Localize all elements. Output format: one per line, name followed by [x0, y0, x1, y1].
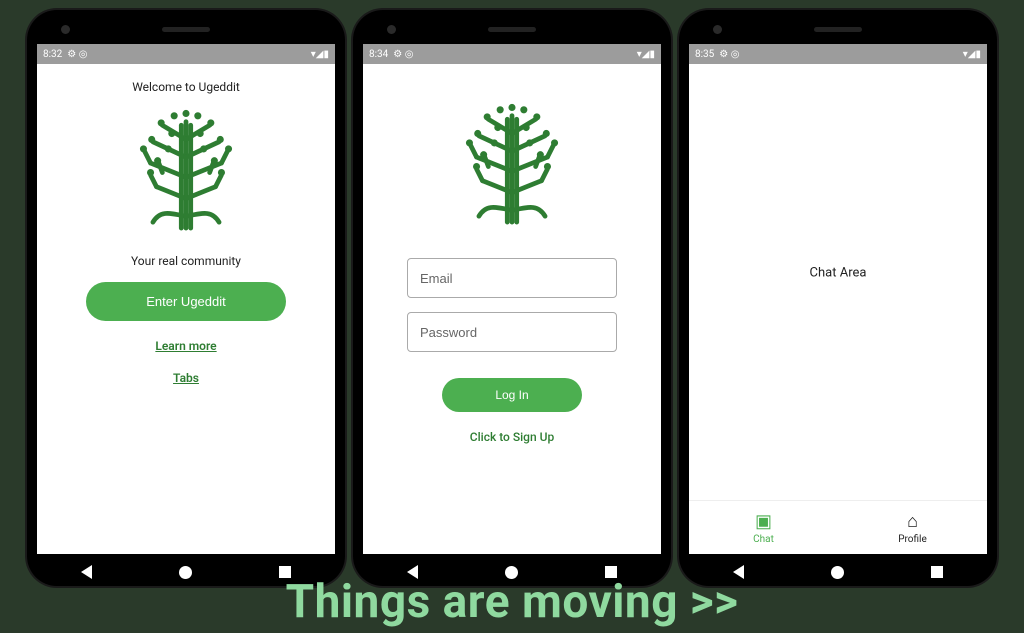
caption-text: Things are moving >>	[0, 575, 1024, 633]
phone-bezel-top	[37, 20, 335, 38]
tabs-link[interactable]: Tabs	[173, 371, 199, 385]
tree-logo-icon	[126, 104, 246, 234]
tab-profile[interactable]: ⌂ Profile	[838, 501, 987, 554]
speaker-icon	[488, 27, 536, 32]
phones-row: 8:32 ⚙ ◎ ▾◢▮ Welcome to Ugeddit Your rea…	[0, 0, 1024, 586]
phone-login: 8:34 ⚙ ◎ ▾◢▮ Log In Click to Sign Up	[353, 10, 671, 586]
screen: 8:32 ⚙ ◎ ▾◢▮ Welcome to Ugeddit Your rea…	[37, 44, 335, 554]
chat-icon: ▣	[755, 511, 772, 532]
subtitle: Your real community	[131, 254, 241, 268]
status-icons: ⚙ ◎	[393, 49, 413, 60]
status-icons: ⚙ ◎	[67, 49, 87, 60]
status-icons: ⚙ ◎	[719, 49, 739, 60]
signal-battery-icon: ▾◢▮	[637, 49, 655, 60]
tab-label: Profile	[898, 534, 927, 545]
login-button[interactable]: Log In	[442, 378, 582, 412]
camera-icon	[61, 25, 70, 34]
tab-chat[interactable]: ▣ Chat	[689, 501, 838, 554]
status-time: 8:35	[695, 49, 714, 60]
signal-battery-icon: ▾◢▮	[963, 49, 981, 60]
camera-icon	[713, 25, 722, 34]
learn-more-link[interactable]: Learn more	[155, 339, 216, 353]
tree-logo-icon	[452, 98, 572, 228]
signal-battery-icon: ▾◢▮	[311, 49, 329, 60]
email-field[interactable]	[407, 258, 617, 298]
camera-icon	[387, 25, 396, 34]
status-bar: 8:32 ⚙ ◎ ▾◢▮	[37, 44, 335, 64]
phone-welcome: 8:32 ⚙ ◎ ▾◢▮ Welcome to Ugeddit Your rea…	[27, 10, 345, 586]
speaker-icon	[162, 27, 210, 32]
status-time: 8:34	[369, 49, 388, 60]
welcome-title: Welcome to Ugeddit	[132, 80, 240, 94]
speaker-icon	[814, 27, 862, 32]
phone-bezel-top	[689, 20, 987, 38]
signup-link[interactable]: Click to Sign Up	[470, 430, 555, 444]
bottom-tabs: ▣ Chat ⌂ Profile	[689, 500, 987, 554]
enter-button[interactable]: Enter Ugeddit	[86, 282, 286, 321]
home-icon: ⌂	[907, 511, 918, 532]
password-field[interactable]	[407, 312, 617, 352]
chat-area-label: Chat Area	[810, 266, 867, 281]
status-time: 8:32	[43, 49, 62, 60]
status-bar: 8:35 ⚙ ◎ ▾◢▮	[689, 44, 987, 64]
phone-chat: 8:35 ⚙ ◎ ▾◢▮ Chat Area ▣ Chat ⌂	[679, 10, 997, 586]
screen: 8:35 ⚙ ◎ ▾◢▮ Chat Area ▣ Chat ⌂	[689, 44, 987, 554]
status-bar: 8:34 ⚙ ◎ ▾◢▮	[363, 44, 661, 64]
tab-label: Chat	[753, 534, 774, 545]
screen: 8:34 ⚙ ◎ ▾◢▮ Log In Click to Sign Up	[363, 44, 661, 554]
phone-bezel-top	[363, 20, 661, 38]
